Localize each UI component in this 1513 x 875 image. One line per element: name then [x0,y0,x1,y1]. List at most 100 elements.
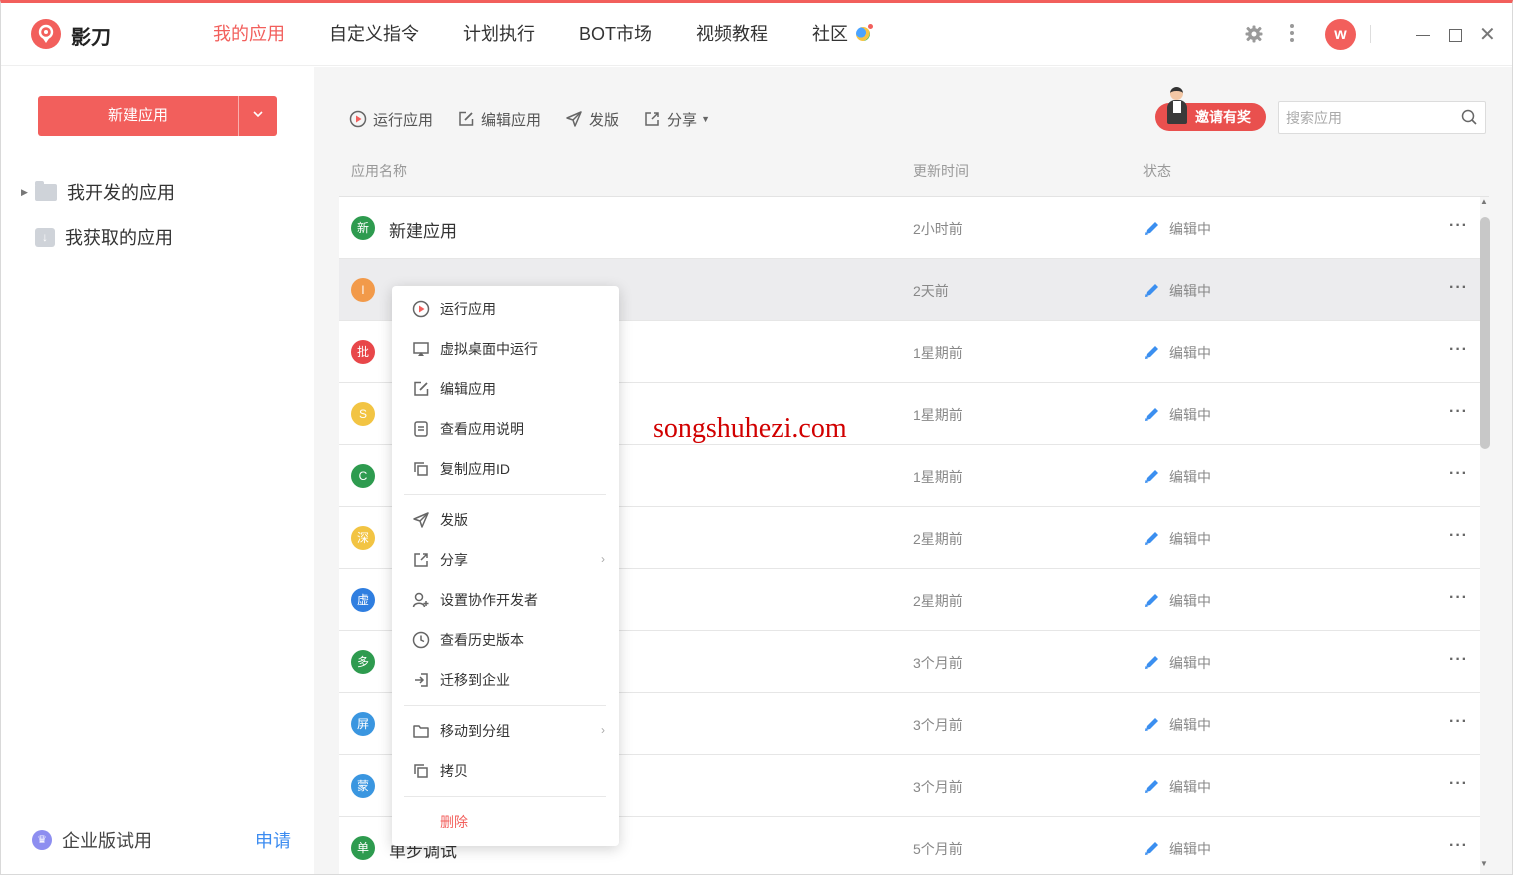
menu-item-migrate-enterprise[interactable]: 迁移到企业 [392,660,619,700]
menu-divider [404,796,606,797]
settings-gear-icon[interactable] [1244,24,1264,44]
column-header-updated[interactable]: 更新时间 [913,161,969,181]
row-more-icon[interactable]: ··· [1449,465,1468,483]
user-avatar[interactable]: w [1325,19,1356,50]
row-more-icon[interactable]: ··· [1449,341,1468,359]
pencil-icon [1145,780,1158,793]
folder-icon [411,721,431,741]
invite-reward-button[interactable]: 邀请有奖 [1155,87,1266,131]
menu-item-run-app[interactable]: 运行应用 [392,289,619,329]
search-input[interactable] [1279,102,1454,133]
run-app-label: 运行应用 [373,111,434,129]
row-more-icon[interactable]: ··· [1449,713,1468,731]
minimize-icon[interactable] [1416,23,1432,47]
menu-item-label: 查看应用说明 [440,421,524,437]
updated-time-cell: 1星期前 [913,469,963,485]
status-cell: 编辑中 [1169,717,1211,733]
row-more-icon[interactable]: ··· [1449,589,1468,607]
sidebar-item-my-acquired[interactable]: ↓ 我获取的应用 [21,224,173,250]
nav-bot-market[interactable]: BOT市场 [557,3,674,66]
menu-item-copy[interactable]: 拷贝 [392,751,619,791]
nav-custom-commands[interactable]: 自定义指令 [307,3,441,66]
menu-item-version-history[interactable]: 查看历史版本 [392,620,619,660]
menu-item-view-description[interactable]: 查看应用说明 [392,409,619,449]
app-avatar-badge: 深 [351,526,375,550]
menu-item-run-virtual-desktop[interactable]: 虚拟桌面中运行 [392,329,619,369]
menu-item-publish[interactable]: 发版 [392,500,619,540]
maximize-icon[interactable] [1449,29,1462,42]
menu-item-move-to-group[interactable]: 移动到分组 › [392,711,619,751]
nav-community[interactable]: 社区 [790,3,888,66]
menu-item-label: 运行应用 [440,301,496,317]
nav-video-tutorials[interactable]: 视频教程 [674,3,790,66]
menu-item-label: 编辑应用 [440,381,496,397]
row-more-icon[interactable]: ··· [1449,279,1468,297]
status-cell: 编辑中 [1169,531,1211,547]
publish-button[interactable]: 发版 [565,105,619,133]
scroll-down-icon[interactable]: ▼ [1480,859,1488,868]
row-more-icon[interactable]: ··· [1449,403,1468,421]
menu-item-label: 删除 [440,814,468,830]
menu-divider [404,494,606,495]
send-icon [565,110,583,128]
app-name: 影刀 [71,27,111,49]
app-avatar-badge: 多 [351,650,375,674]
app-name-cell: 新建应用 [389,222,457,241]
sidebar-item-my-developed[interactable]: ▶ 我开发的应用 [21,179,175,205]
nav-community-label: 社区 [812,24,849,44]
chevron-right-icon: › [601,552,605,566]
table-row[interactable]: 新新建应用 2小时前 编辑中 ··· [339,197,1480,259]
menu-item-delete[interactable]: 删除 [392,802,619,842]
status-cell: 编辑中 [1169,221,1211,237]
menu-item-share[interactable]: 分享 › [392,540,619,580]
updated-time-cell: 2星期前 [913,593,963,609]
invite-label: 邀请有奖 [1195,109,1251,125]
nav-my-apps[interactable]: 我的应用 [191,3,307,66]
edit-app-label: 编辑应用 [481,111,542,129]
notification-dot-icon [868,24,874,29]
apply-link[interactable]: 申请 [255,827,291,853]
column-header-status[interactable]: 状态 [1143,161,1171,181]
updated-time-cell: 5个月前 [913,841,963,857]
run-app-button[interactable]: 运行应用 [349,105,433,133]
app-avatar-badge: S [351,402,375,426]
copy-icon [411,459,431,479]
play-circle-icon [349,110,367,128]
pencil-icon [1145,470,1158,483]
caret-down-icon: ▼ [701,114,710,124]
close-icon[interactable]: ✕ [1479,23,1499,47]
column-header-name[interactable]: 应用名称 [351,161,407,181]
row-more-icon[interactable]: ··· [1449,775,1468,793]
share-button[interactable]: 分享 ▼ [643,105,710,133]
pencil-icon [1145,408,1158,421]
expand-arrow-icon[interactable]: ▶ [21,187,31,198]
status-cell: 编辑中 [1169,407,1211,423]
row-more-icon[interactable]: ··· [1449,527,1468,545]
top-bar: 影刀 我的应用 自定义指令 计划执行 BOT市场 视频教程 社区 w ✕ [1,3,1512,66]
updated-time-cell: 1星期前 [913,407,963,423]
send-icon [411,510,431,530]
new-app-button[interactable]: 新建应用 [38,96,277,136]
menu-item-copy-app-id[interactable]: 复制应用ID [392,449,619,489]
scrollbar-thumb[interactable] [1480,217,1490,449]
chevron-down-icon[interactable] [238,96,277,136]
sidebar-item-label: 我开发的应用 [67,183,175,203]
row-more-icon[interactable]: ··· [1449,217,1468,235]
enterprise-trial: ♛ 企业版试用 [32,827,152,853]
download-box-icon: ↓ [35,227,55,247]
row-more-icon[interactable]: ··· [1449,837,1468,855]
search-icon[interactable] [1461,109,1477,125]
row-more-icon[interactable]: ··· [1449,651,1468,669]
watermark: songshuhezi.com [653,413,847,444]
menu-item-set-collaborators[interactable]: 设置协作开发者 [392,580,619,620]
edit-app-button[interactable]: 编辑应用 [457,105,541,133]
updated-time-cell: 3个月前 [913,717,963,733]
app-avatar-badge: l [351,278,375,302]
scroll-up-icon[interactable]: ▲ [1480,197,1488,206]
pencil-icon [1145,532,1158,545]
play-icon [411,299,431,319]
nav-scheduled-tasks[interactable]: 计划执行 [441,3,557,66]
crown-icon: ♛ [32,830,52,850]
more-menu-icon[interactable] [1290,24,1294,45]
menu-item-edit-app[interactable]: 编辑应用 [392,369,619,409]
